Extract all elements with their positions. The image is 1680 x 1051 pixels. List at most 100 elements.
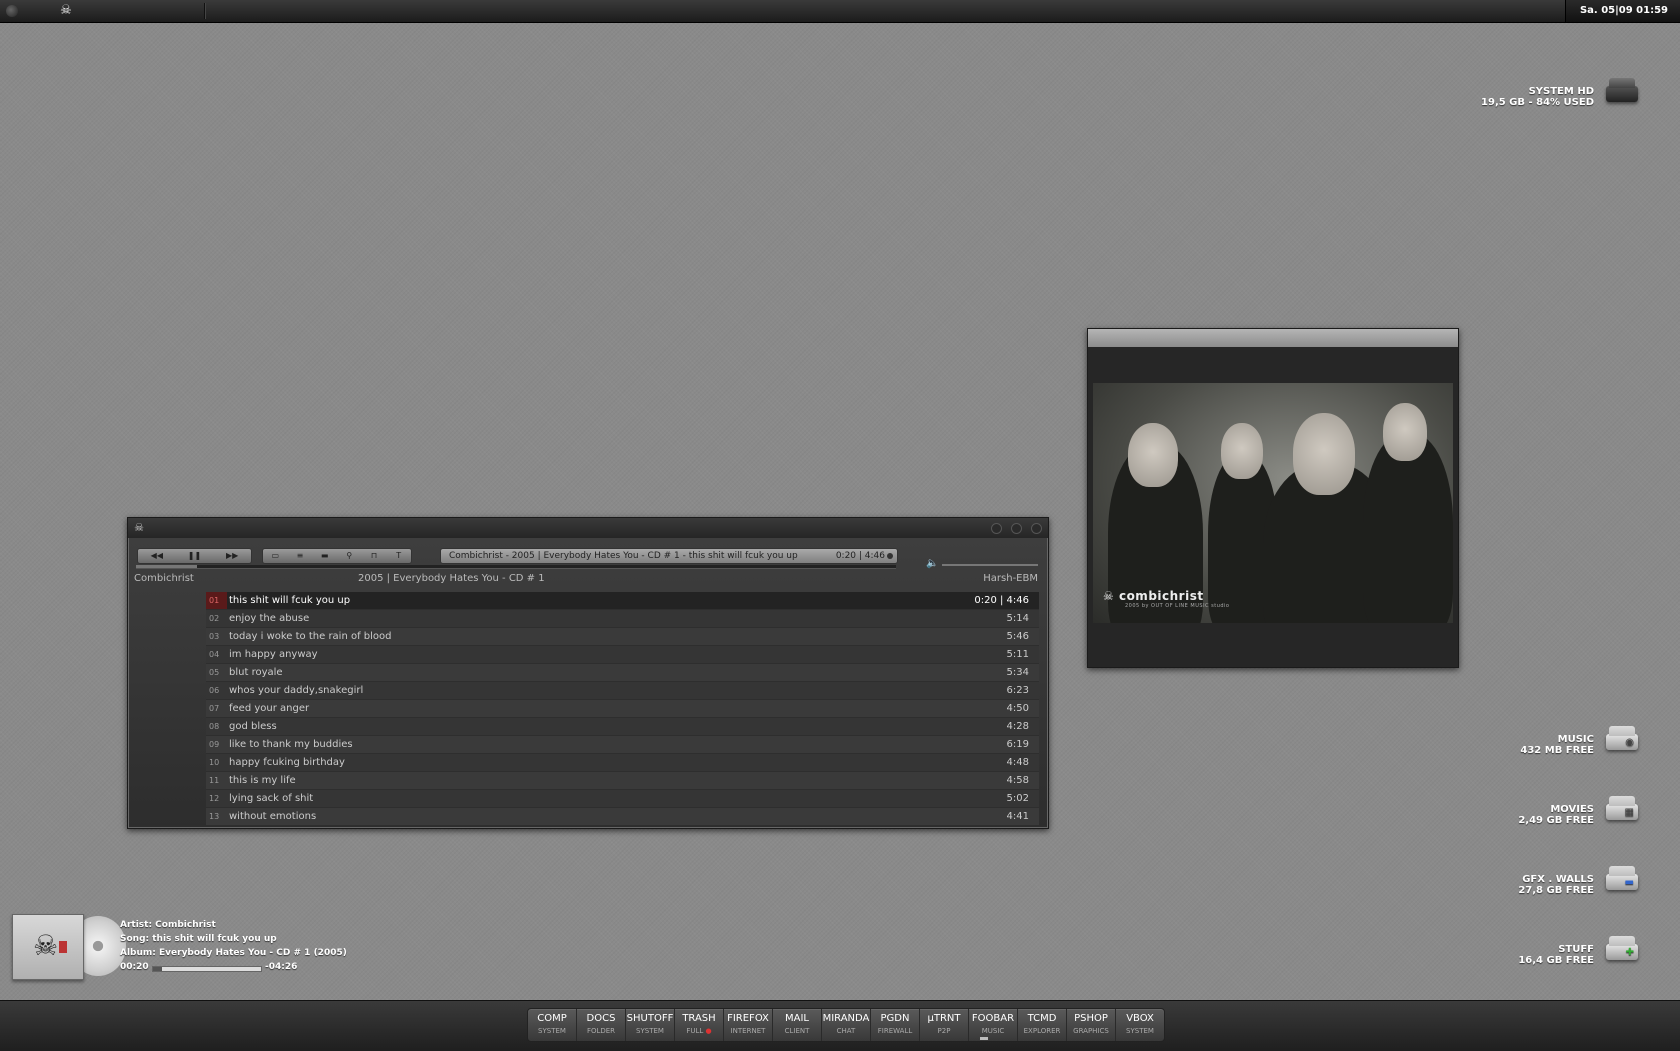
now-playing-bar[interactable]: Combichrist - 2005 | Everybody Hates You…	[440, 548, 898, 564]
track-row[interactable]: 07 feed your anger 4:50	[206, 700, 1039, 718]
track-duration: 5:46	[1006, 631, 1029, 642]
track-duration: 4:50	[1006, 703, 1029, 714]
widget-remaining: -04:26	[265, 962, 298, 972]
widget-progress-bar[interactable]	[152, 966, 262, 972]
track-row[interactable]: 06 whos your daddy,snakegirl 6:23	[206, 682, 1039, 700]
track-row[interactable]: 12 lying sack of shit 5:02	[206, 790, 1039, 808]
dock-item-trash[interactable]: TRASH FULL ●	[675, 1009, 724, 1041]
band-logo: ☠ combichrist 2005 by OUT OF LINE MUSIC s…	[1103, 589, 1230, 609]
track-title: today i woke to the rain of blood	[229, 631, 392, 642]
dock-item-comp[interactable]: COMP SYSTEM	[528, 1009, 577, 1041]
hard-disk-icon[interactable]	[1604, 76, 1640, 110]
track-row[interactable]: 13 without emotions 4:41	[206, 808, 1039, 826]
track-row[interactable]: 11 this is my life 4:58	[206, 772, 1039, 790]
list-view-icon[interactable]: ≡	[288, 549, 313, 563]
dock-item-shutoff[interactable]: SHUTOFF SYSTEM	[626, 1009, 675, 1041]
maximize-button[interactable]	[1011, 523, 1022, 534]
minimize-button[interactable]	[991, 523, 1002, 534]
dock-item-tcmd[interactable]: TCMD EXPLORER	[1018, 1009, 1067, 1041]
drive-info: 19,5 GB - 84% USED	[1481, 97, 1594, 108]
track-duration: 4:48	[1006, 757, 1029, 768]
volume-control[interactable]: 🔈	[926, 558, 1038, 572]
skull-icon: ☠	[33, 929, 59, 962]
drive-info: 2,49 GB FREE	[1518, 815, 1594, 826]
widget-album: Album: Everybody Hates You - CD # 1 (200…	[120, 948, 347, 958]
now-playing-text: Combichrist - 2005 | Everybody Hates You…	[449, 551, 798, 561]
bracket-icon[interactable]: ⊓	[362, 549, 387, 563]
skull-icon: ☠	[1103, 589, 1115, 603]
stuff-drive-icon[interactable]: ✚	[1604, 934, 1640, 968]
dock-item-mail[interactable]: MAIL CLIENT	[773, 1009, 822, 1041]
dock-item-pshop[interactable]: PSHOP GRAPHICS	[1067, 1009, 1116, 1041]
track-title: enjoy the abuse	[229, 613, 310, 624]
dock-item-foobar[interactable]: FOOBAR MUSIC	[969, 1009, 1018, 1041]
previous-button[interactable]: ◀◀	[138, 549, 176, 563]
now-playing-widget: ☠ Artist: Combichrist Song: this shit wi…	[12, 914, 347, 982]
track-row[interactable]: 09 like to thank my buddies 6:19	[206, 736, 1039, 754]
band-photo: ☠ combichrist 2005 by OUT OF LINE MUSIC s…	[1093, 383, 1453, 623]
track-duration: 0:20 | 4:46	[974, 595, 1029, 606]
album-cover[interactable]: ☠	[12, 914, 84, 980]
position-knob[interactable]	[887, 553, 893, 559]
track-duration: 5:02	[1006, 793, 1029, 804]
track-row[interactable]: 01 this shit will fcuk you up 0:20 | 4:46	[206, 592, 1039, 610]
search-icon[interactable]: ⚲	[337, 549, 362, 563]
track-title: god bless	[229, 721, 277, 732]
dock-item-pgdn[interactable]: PGDN FIREWALL	[871, 1009, 920, 1041]
text-icon[interactable]: T	[386, 549, 411, 563]
clock: Sa. 05|09 01:59	[1564, 0, 1680, 22]
volume-slider[interactable]	[942, 564, 1038, 566]
track-row[interactable]: 04 im happy anyway 5:11	[206, 646, 1039, 664]
next-button[interactable]: ▶▶	[213, 549, 251, 563]
track-duration: 4:41	[1006, 811, 1029, 822]
drive-name: STUFF	[1558, 944, 1594, 955]
album-art-window: ☠ combichrist 2005 by OUT OF LINE MUSIC s…	[1087, 328, 1459, 668]
close-button[interactable]	[1031, 523, 1042, 534]
dock-item-utorrent[interactable]: µTRNT P2P	[920, 1009, 969, 1041]
view-controls: ▭ ≡ ▬ ⚲ ⊓ T	[262, 548, 412, 564]
widget-song: Song: this shit will fcuk you up	[120, 934, 277, 944]
music-player-window: ☠ ◀◀ ❚❚ ▶▶ ▭ ≡ ▬ ⚲ ⊓ T Combichrist - 200…	[127, 517, 1049, 829]
drive-name: MOVIES	[1550, 804, 1594, 815]
track-duration: 5:34	[1006, 667, 1029, 678]
dock-item-miranda[interactable]: MIRANDA CHAT	[822, 1009, 871, 1041]
track-duration: 5:14	[1006, 613, 1029, 624]
drive-info: 432 MB FREE	[1520, 745, 1594, 756]
drive-name: SYSTEM HD	[1528, 86, 1594, 97]
track-duration: 6:23	[1006, 685, 1029, 696]
widget-artist: Artist: Combichrist	[120, 920, 216, 930]
window-view-icon[interactable]: ▭	[263, 549, 288, 563]
seek-bar[interactable]	[136, 565, 896, 569]
now-playing-time: 0:20 | 4:46	[835, 551, 885, 561]
dock-item-vbox[interactable]: VBOX SYSTEM	[1116, 1009, 1164, 1041]
track-title: blut royale	[229, 667, 283, 678]
art-window-titlebar[interactable]	[1088, 329, 1458, 347]
track-row[interactable]: 02 enjoy the abuse 5:14	[206, 610, 1039, 628]
movies-drive-icon[interactable]: ▦	[1604, 794, 1640, 828]
track-row[interactable]: 08 god bless 4:28	[206, 718, 1039, 736]
track-row[interactable]: 03 today i woke to the rain of blood 5:46	[206, 628, 1039, 646]
track-title: feed your anger	[229, 703, 310, 714]
track-title: this is my life	[229, 775, 296, 786]
panel-view-icon[interactable]: ▬	[312, 549, 337, 563]
dock-item-docs[interactable]: DOCS FOLDER	[577, 1009, 626, 1041]
track-row[interactable]: 05 blut royale 5:34	[206, 664, 1039, 682]
track-duration: 4:28	[1006, 721, 1029, 732]
full-indicator-icon: ●	[705, 1027, 712, 1035]
skull-icon: ☠	[134, 521, 144, 534]
player-titlebar[interactable]: ☠	[128, 518, 1048, 538]
speaker-icon[interactable]: 🔈	[926, 558, 938, 569]
divider	[204, 3, 206, 19]
pause-button[interactable]: ❚❚	[176, 549, 214, 563]
skull-icon[interactable]: ☠	[58, 3, 74, 19]
gfx-drive-icon[interactable]: ▬	[1604, 864, 1640, 898]
track-duration: 5:11	[1006, 649, 1029, 660]
genre-label: Harsh-EBM	[983, 573, 1038, 584]
dock-grip-handle[interactable]	[980, 1037, 988, 1040]
track-row[interactable]: 10 happy fcuking birthday 4:48	[206, 754, 1039, 772]
dock-item-firefox[interactable]: FIREFOX INTERNET	[724, 1009, 773, 1041]
music-drive-icon[interactable]: ◉	[1604, 724, 1640, 758]
track-title: this shit will fcuk you up	[229, 595, 351, 606]
track-title: im happy anyway	[229, 649, 318, 660]
start-orb-icon[interactable]	[6, 5, 18, 17]
